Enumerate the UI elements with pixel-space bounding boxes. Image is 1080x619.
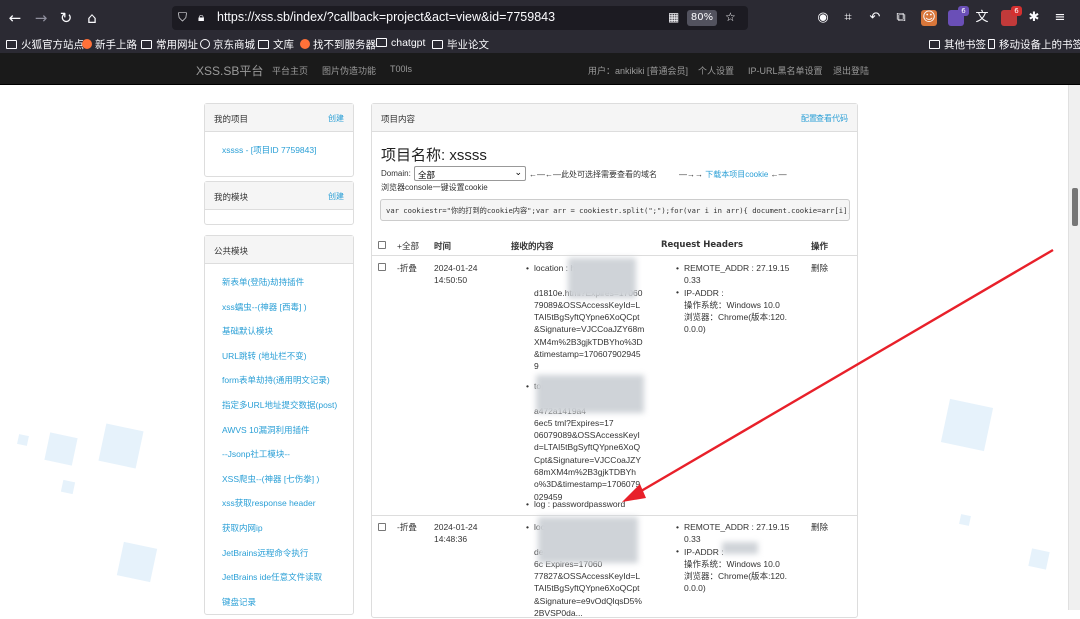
scrollbar-thumb[interactable]: [1072, 188, 1078, 226]
annotation-arrow: [622, 248, 1054, 502]
page-scrollbar[interactable]: [1068, 85, 1080, 610]
